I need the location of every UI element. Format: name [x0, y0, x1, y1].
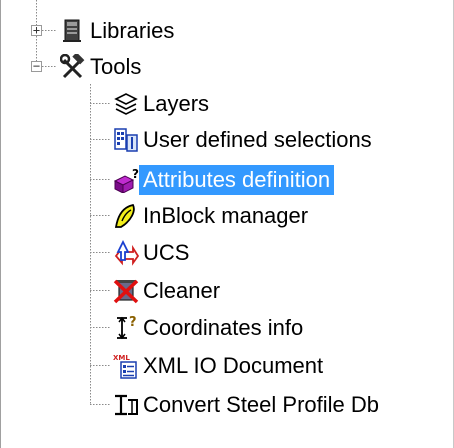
tree-node-tools[interactable]: Tools [59, 49, 145, 84]
tree-node-label: Coordinates info [143, 314, 304, 340]
tree-node-label: InBlock manager [143, 202, 309, 228]
svg-text:XML: XML [113, 354, 130, 362]
tree-connector [90, 252, 110, 253]
tree-node-user-defined-selections[interactable]: User defined selections [113, 122, 376, 157]
cleaner-icon [113, 278, 139, 304]
tools-collapse-toggle[interactable]: − [31, 60, 42, 72]
tree-node-label: User defined selections [143, 126, 372, 152]
tree-node-inblock-manager[interactable]: InBlock manager [113, 198, 312, 233]
tree-node-label: Tools [90, 53, 142, 79]
tree-connector [90, 327, 110, 328]
tree-connector [90, 365, 110, 366]
svg-text:?: ? [129, 315, 137, 330]
tree-node-label: Layers [143, 90, 210, 116]
tree-node-cleaner[interactable]: Cleaner [113, 273, 224, 308]
tree-connector [90, 84, 91, 404]
tree-connector [90, 215, 110, 216]
tree-connector [42, 30, 56, 31]
tree-node-xml-io-document[interactable]: XML XML IO Document [113, 348, 327, 383]
svg-text:?: ? [132, 167, 139, 181]
tree-connector [90, 404, 110, 405]
tree-node-attributes-definition[interactable]: ? Attributes definition [113, 162, 335, 197]
inblock-manager-icon [113, 203, 139, 229]
tree-node-label: Convert Steel Profile Db [143, 391, 379, 417]
tree-node-ucs[interactable]: UCS [113, 235, 193, 270]
xml-document-icon: XML [113, 353, 139, 379]
tree-node-label: Attributes definition [139, 164, 335, 195]
tree-node-coordinates-info[interactable]: ? Coordinates info [113, 310, 307, 345]
tree-node-convert-steel-profile-db[interactable]: Convert Steel Profile Db [113, 387, 383, 422]
ucs-icon [113, 239, 140, 266]
layers-icon [113, 91, 139, 117]
tools-hammer-wrench-icon [59, 51, 86, 80]
tree-node-label: UCS [143, 239, 190, 265]
libraries-expand-toggle[interactable]: + [31, 24, 42, 36]
convert-steel-profile-icon [113, 392, 139, 418]
attributes-definition-icon: ? [113, 167, 139, 194]
tools-tree-view: + Libraries − Tools Layers User defined … [0, 0, 454, 448]
coordinates-info-icon: ? [113, 315, 139, 341]
tree-connector [90, 103, 110, 104]
tree-node-layers[interactable]: Layers [113, 86, 213, 121]
tree-node-label: Cleaner [143, 277, 221, 303]
tree-connector [90, 139, 110, 140]
tree-connector [42, 66, 56, 67]
libraries-book-icon [60, 18, 86, 44]
user-selections-icon [113, 127, 139, 153]
tree-node-libraries[interactable]: Libraries [60, 13, 178, 48]
tree-node-label: Libraries [90, 17, 175, 43]
tree-node-label: XML IO Document [143, 352, 324, 378]
tree-connector [90, 290, 110, 291]
tree-connector [90, 179, 110, 180]
